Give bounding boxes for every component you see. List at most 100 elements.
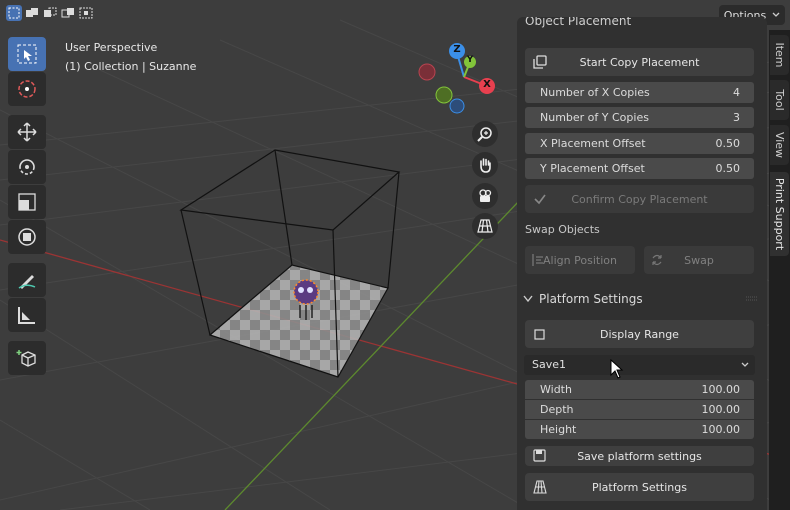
tab-print-support-label: Print Support (773, 177, 786, 251)
x-offset-field[interactable]: X Placement Offset 0.50 (525, 133, 754, 154)
rotate-tool[interactable] (8, 150, 46, 184)
object-placement-header[interactable]: Object Placement (517, 17, 767, 31)
field-value: 100.00 (701, 423, 741, 436)
save-platform-settings-button[interactable]: Save platform settings (525, 446, 754, 466)
select-extend-icon[interactable] (24, 5, 40, 21)
field-label: Number of Y Copies (540, 111, 649, 124)
transform-tool[interactable] (8, 220, 46, 254)
checkmark-icon (534, 194, 546, 205)
field-label: X Placement Offset (540, 137, 646, 150)
camera-icon (479, 189, 492, 202)
tab-item-label: Item (773, 42, 786, 68)
field-value: 0.50 (715, 162, 741, 175)
cursor-icon (18, 80, 36, 98)
scale-icon (18, 193, 36, 211)
display-range-label: Display Range (600, 327, 679, 341)
select-new-icon[interactable] (6, 5, 22, 21)
align-position-label: Align Position (543, 253, 617, 267)
tab-item[interactable]: Item (770, 35, 789, 75)
move-tool[interactable] (8, 115, 46, 149)
camera-view-button[interactable] (472, 183, 498, 209)
rotate-icon (19, 159, 35, 175)
platform-settings-title: Platform Settings (539, 292, 643, 306)
grid-perspective-icon (533, 480, 547, 494)
swap-label: Swap (684, 253, 714, 267)
preset-dropdown[interactable]: Save1 (524, 355, 755, 375)
zoom-icon (477, 127, 492, 142)
confirm-copy-placement-button[interactable]: Confirm Copy Placement (525, 185, 754, 213)
field-label: Height (540, 423, 577, 436)
chevron-down-icon (772, 12, 780, 17)
display-range-toggle[interactable]: Display Range (525, 320, 754, 348)
save-icon (533, 449, 546, 462)
select-invert-icon[interactable] (60, 5, 76, 21)
annotate-tool[interactable] (8, 263, 46, 297)
tab-tool[interactable]: Tool (770, 80, 789, 120)
start-copy-label: Start Copy Placement (579, 55, 700, 69)
select-intersect-icon[interactable] (78, 5, 94, 21)
viewport-info: User Perspective (1) Collection | Suzann… (65, 38, 196, 76)
pan-button[interactable] (472, 152, 498, 178)
collection-label: (1) Collection | Suzanne (65, 60, 197, 73)
tab-print-support[interactable]: Print Support (770, 172, 789, 256)
copy-icon (533, 55, 547, 69)
scale-tool[interactable] (8, 185, 46, 219)
y-offset-field[interactable]: Y Placement Offset 0.50 (525, 158, 754, 179)
drag-handle-icon[interactable] (746, 296, 758, 302)
platform-settings-header[interactable]: Platform Settings (523, 290, 758, 308)
transform-icon (18, 228, 36, 246)
tab-tool-label: Tool (773, 89, 786, 111)
hand-icon (480, 158, 491, 173)
chevron-down-icon (523, 295, 533, 303)
depth-field[interactable]: Depth 100.00 (525, 400, 754, 419)
field-label: Width (540, 383, 572, 396)
field-value: 100.00 (701, 403, 741, 416)
mouse-cursor-icon (610, 359, 624, 379)
tab-view[interactable]: View (770, 125, 789, 165)
platform-settings-btn-label: Platform Settings (591, 480, 687, 494)
gizmo-y-label[interactable]: Y (465, 55, 475, 65)
select-box-icon (17, 44, 37, 64)
tab-view-label: View (773, 131, 786, 159)
perspective-label: User Perspective (65, 41, 158, 54)
align-icon (532, 254, 543, 266)
field-label: Y Placement Offset (540, 162, 645, 175)
add-cube-tool[interactable] (8, 341, 46, 375)
preset-selected: Save1 (532, 358, 566, 371)
field-label: Number of X Copies (540, 86, 650, 99)
align-position-button[interactable]: Align Position (525, 246, 635, 274)
y-copies-field[interactable]: Number of Y Copies 3 (525, 107, 754, 128)
field-label: Depth (540, 403, 574, 416)
select-subtract-icon[interactable] (42, 5, 58, 21)
ruler-icon (18, 307, 35, 324)
select-box-tool[interactable] (8, 37, 46, 71)
swap-icon (652, 254, 662, 266)
move-icon (17, 122, 37, 142)
save-platform-label: Save platform settings (577, 449, 702, 463)
grid-perspective-icon (477, 219, 493, 233)
x-copies-field[interactable]: Number of X Copies 4 (525, 82, 754, 103)
ortho-toggle-button[interactable] (472, 213, 498, 239)
height-field[interactable]: Height 100.00 (525, 420, 754, 439)
start-copy-placement-button[interactable]: Start Copy Placement (525, 48, 754, 76)
measure-tool[interactable] (8, 298, 46, 332)
width-field[interactable]: Width 100.00 (525, 380, 754, 399)
platform-settings-button[interactable]: Platform Settings (525, 473, 754, 501)
field-value: 3 (733, 111, 740, 124)
swap-objects-label: Swap Objects (525, 223, 600, 236)
gizmo-z-label[interactable]: Z (452, 44, 462, 55)
gizmo-x-label[interactable]: X (482, 79, 492, 90)
sidebar-tabs: Item Tool View Print Support (769, 30, 790, 510)
swap-button[interactable]: Swap (644, 246, 754, 274)
field-value: 4 (733, 86, 740, 99)
cursor-tool[interactable] (8, 72, 46, 106)
chevron-down-icon (741, 362, 749, 367)
field-value: 0.50 (715, 137, 741, 150)
selection-mode-group (6, 5, 94, 21)
zoom-button[interactable] (472, 121, 498, 147)
add-cube-icon (16, 350, 36, 367)
checkbox-icon (534, 329, 545, 340)
field-value: 100.00 (701, 383, 741, 396)
pencil-icon (18, 275, 36, 289)
object-placement-title: Object Placement (525, 17, 632, 28)
